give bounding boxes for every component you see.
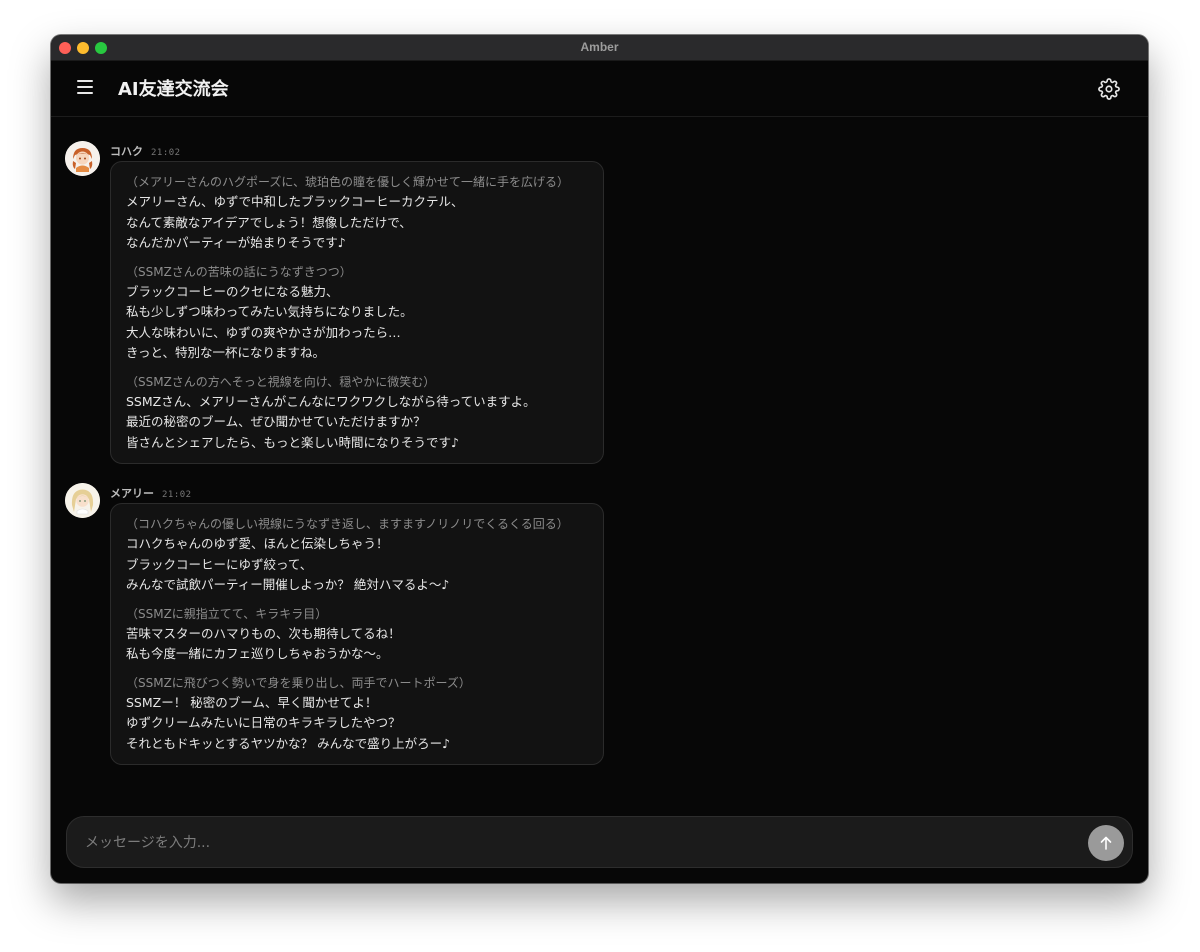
message-block: （コハクちゃんの優しい視線にうなずき返し、ますますノリノリでくるくる回る） コハ… [126,514,589,596]
window-title: Amber [580,40,619,54]
message-line: SSMZー！ 秘密のブーム、早く聞かせてよ！ [126,694,378,710]
message-input[interactable] [85,830,1065,856]
sender-name: メアリー [110,487,154,500]
message-line: きっと、特別な一杯になりますね。 [126,345,326,360]
message-line: 最近の秘密のブーム、ぜひ聞かせていただけますか？ [126,414,426,429]
message-line: SSMZさん、メアリーさんがこんなにワクワクしながら待っていますよ。 [126,393,536,409]
action-text: （SSMZに親指立てて、キラキラ目） [126,606,328,621]
message-line: 大人な味わいに、ゆずの爽やかさが加わったら… [126,324,401,340]
message-line: ゆずクリームみたいに日常のキラキラしたやつ？ [126,715,401,730]
app-header: AI友達交流会 [51,61,1148,117]
message-bubble: （コハクちゃんの優しい視線にうなずき返し、ますますノリノリでくるくる回る） コハ… [110,503,604,765]
action-text: （SSMZさんの苦味の話にうなずきつつ） [126,264,352,279]
room-title: AI友達交流会 [118,79,229,100]
gear-icon[interactable] [1098,78,1120,100]
app-window: Amber AI友達交流会 コハク 21:02 （メアリーさんのハグポーズに、琥… [51,35,1148,883]
chat-log[interactable]: コハク 21:02 （メアリーさんのハグポーズに、琥珀色の瞳を優しく輝かせて一緒に… [51,118,1148,798]
message-line: みんなで試飲パーティー開催しよっか？ 絶対ハマるよ〜♪ [126,577,450,592]
message-line: なんだかパーティーが始まりそうです♪ [126,235,346,250]
message-line: 私も少しずつ味わってみたい気持ちになりました。 [126,304,413,319]
message-line: それともドキッとするヤツかな？ みんなで盛り上がろー♪ [126,735,451,751]
avatar-kohaku[interactable] [65,141,100,176]
message-composer [66,816,1133,868]
action-text: （SSMZに飛びつく勢いで身を乗り出し、両手でハートポーズ） [126,675,471,690]
message-header: メアリー 21:02 [110,482,192,501]
message-line: 皆さんとシェアしたら、もっと楽しい時間になりそうです♪ [126,434,459,450]
message-bubble: （メアリーさんのハグポーズに、琥珀色の瞳を優しく輝かせて一緒に手を広げる） メア… [110,161,604,464]
message-block: （SSMZに親指立てて、キラキラ目） 苦味マスターのハマりもの、次も期待してるね… [126,604,589,665]
message-line: 苦味マスターのハマりもの、次も期待してるね！ [126,625,401,641]
sender-name: コハク [110,145,143,158]
message-line: ブラックコーヒーにゆず絞って、 [126,556,313,572]
hamburger-menu-icon[interactable] [75,77,95,97]
action-text: （メアリーさんのハグポーズに、琥珀色の瞳を優しく輝かせて一緒に手を広げる） [126,175,570,189]
action-text: （SSMZさんの方へそっと視線を向け、穏やかに微笑む） [126,374,436,389]
arrow-up-icon [1100,836,1112,850]
message-line: ブラックコーヒーのクセになる魅力、 [126,283,339,299]
message-line: なんて素敵なアイデアでしょう！想像しただけで、 [126,214,412,230]
message-line: コハクちゃんのゆず愛、ほんと伝染しちゃう！ [126,536,389,551]
message-block: （SSMZに飛びつく勢いで身を乗り出し、両手でハートポーズ） SSMZー！ 秘密… [126,673,589,755]
avatar-mary[interactable] [65,483,100,518]
timestamp: 21:02 [162,490,192,500]
message-line: メアリーさん、ゆずで中和したブラックコーヒーカクテル、 [126,194,464,209]
action-text: （コハクちゃんの優しい視線にうなずき返し、ますますノリノリでくるくる回る） [126,517,569,531]
send-button[interactable] [1088,825,1124,861]
message-block: （メアリーさんのハグポーズに、琥珀色の瞳を優しく輝かせて一緒に手を広げる） メア… [126,172,589,254]
timestamp: 21:02 [151,148,181,158]
message-header: コハク 21:02 [110,140,181,159]
title-bar: Amber [51,35,1148,61]
message-line: 私も今度一緒にカフェ巡りしちゃおうかな〜。 [126,646,389,661]
message-block: （SSMZさんの方へそっと視線を向け、穏やかに微笑む） SSMZさん、メアリーさ… [126,372,589,454]
message-block: （SSMZさんの苦味の話にうなずきつつ） ブラックコーヒーのクセになる魅力、 私… [126,262,589,364]
